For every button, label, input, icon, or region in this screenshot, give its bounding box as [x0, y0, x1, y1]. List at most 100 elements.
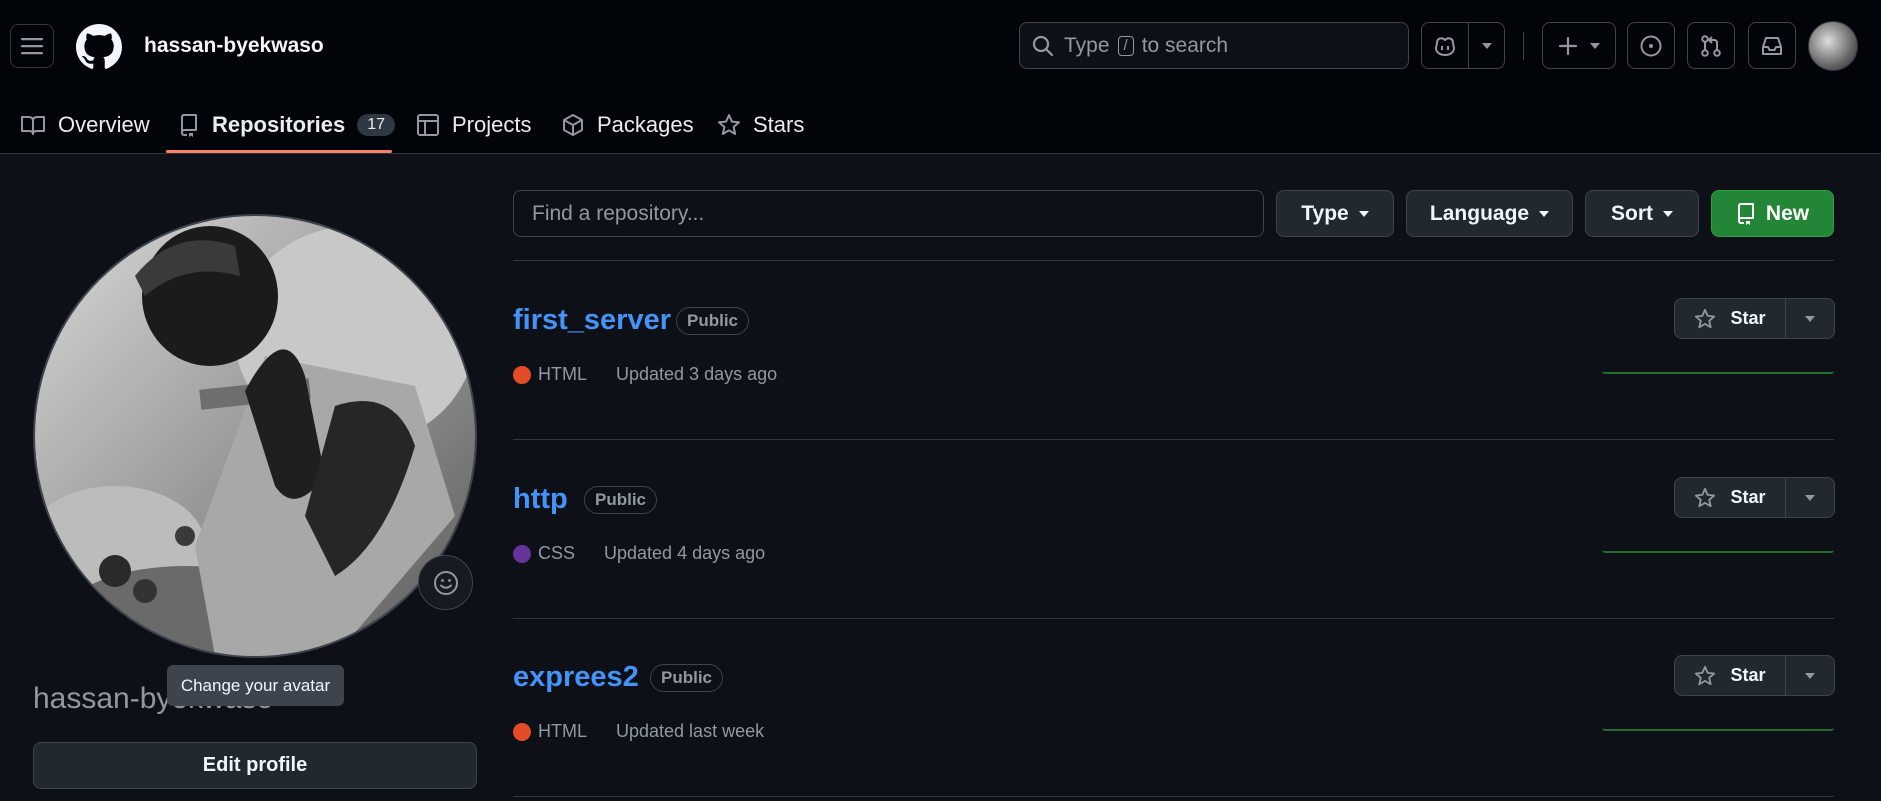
search-icon	[1032, 35, 1054, 56]
chevron-down-icon	[1663, 210, 1673, 217]
star-label: Star	[1730, 487, 1766, 507]
copilot-main[interactable]	[1422, 23, 1469, 68]
profile-tabs: Overview Repositories 17 Projects Packag…	[0, 96, 1881, 154]
visibility-badge: Public	[676, 307, 750, 335]
list-divider	[513, 439, 1834, 440]
copilot-button[interactable]	[1421, 22, 1505, 69]
search-placeholder-start: Type	[1064, 33, 1110, 57]
star-button-group: Star	[1674, 655, 1835, 696]
tab-projects-label: Projects	[452, 112, 532, 137]
language-filter-button[interactable]: Language	[1406, 190, 1573, 237]
hamburger-icon	[21, 38, 43, 55]
package-icon	[563, 114, 583, 136]
visibility-badge: Public	[650, 664, 724, 692]
new-repository-button[interactable]: New	[1711, 190, 1834, 237]
type-filter-button[interactable]: Type	[1276, 190, 1394, 237]
tab-repositories-label: Repositories	[212, 112, 346, 137]
repo-icon	[1737, 202, 1754, 225]
search-placeholder-end: to search	[1141, 33, 1229, 57]
repo-updated: Updated 3 days ago	[616, 364, 778, 384]
repo-updated: Updated 4 days ago	[604, 543, 766, 563]
plus-icon	[1558, 36, 1578, 55]
menu-button[interactable]	[10, 24, 54, 68]
chevron-down-icon	[1805, 494, 1815, 501]
repo-meta: HTML Updated 3 days ago	[513, 364, 777, 385]
github-logo-icon[interactable]	[76, 24, 122, 70]
user-avatar[interactable]	[1808, 21, 1858, 71]
star-list-dropdown[interactable]	[1786, 656, 1834, 695]
inbox-button[interactable]	[1748, 22, 1796, 69]
copilot-dropdown[interactable]	[1469, 42, 1504, 49]
edit-profile-button[interactable]: Edit profile	[33, 742, 477, 789]
smiley-icon	[433, 570, 458, 595]
book-icon	[21, 116, 45, 135]
activity-sparkline	[1602, 727, 1834, 731]
sort-label: Sort	[1611, 201, 1653, 225]
star-label: Star	[1730, 665, 1766, 685]
star-label: Star	[1730, 308, 1766, 328]
repo-language: CSS	[538, 543, 576, 563]
search-shortcut-key: /	[1117, 35, 1134, 56]
star-list-dropdown[interactable]	[1786, 478, 1834, 517]
star-button-group: Star	[1674, 477, 1835, 518]
tab-overview-label: Overview	[58, 112, 150, 137]
language-color-dot	[513, 722, 531, 741]
list-divider	[513, 618, 1834, 619]
repo-link[interactable]: exprees2	[513, 661, 639, 694]
star-button-group: Star	[1674, 298, 1835, 339]
repo-link[interactable]: http	[513, 483, 568, 516]
star-icon	[1695, 308, 1716, 328]
language-color-dot	[513, 365, 531, 384]
star-button[interactable]: Star	[1675, 656, 1786, 695]
repo-meta: CSS Updated 4 days ago	[513, 543, 765, 564]
star-button[interactable]: Star	[1675, 478, 1786, 517]
repositories-count-badge: 17	[357, 114, 396, 136]
profile-photo	[35, 216, 475, 656]
repo-language: HTML	[538, 721, 587, 741]
active-tab-indicator	[166, 150, 392, 153]
repo-link[interactable]: first_server	[513, 304, 671, 337]
list-divider	[513, 260, 1834, 261]
visibility-badge: Public	[584, 486, 658, 514]
chevron-down-icon	[1805, 315, 1815, 322]
chevron-down-icon	[1805, 672, 1815, 679]
create-new-button[interactable]	[1542, 22, 1616, 69]
language-color-dot	[513, 544, 531, 563]
repo-icon	[181, 114, 197, 137]
activity-sparkline	[1602, 549, 1834, 553]
repo-updated: Updated last week	[616, 721, 765, 741]
star-list-dropdown[interactable]	[1786, 299, 1834, 338]
activity-sparkline	[1602, 370, 1834, 374]
profile-avatar[interactable]	[33, 214, 477, 658]
chevron-down-icon	[1539, 210, 1550, 217]
star-button[interactable]: Star	[1675, 299, 1786, 338]
tab-stars[interactable]: Stars	[717, 96, 804, 154]
tab-packages[interactable]: Packages	[561, 96, 694, 154]
header-separator	[1523, 32, 1524, 60]
avatar-tooltip: Change your avatar	[167, 665, 344, 706]
repo-language: HTML	[538, 364, 587, 384]
list-divider	[513, 796, 1834, 797]
tab-packages-label: Packages	[597, 112, 694, 137]
issues-button[interactable]	[1627, 22, 1675, 69]
chevron-down-icon	[1481, 42, 1492, 49]
new-repository-label: New	[1765, 201, 1810, 225]
tab-projects[interactable]: Projects	[416, 96, 531, 154]
inbox-icon	[1762, 36, 1782, 55]
global-header: hassan-byekwaso Type / to search Overvie…	[0, 0, 1881, 154]
git-pull-request-icon	[1701, 34, 1721, 57]
star-icon	[1695, 665, 1716, 685]
tab-repositories[interactable]: Repositories 17	[178, 96, 396, 154]
search-input[interactable]: Type / to search	[1019, 22, 1409, 69]
issue-opened-icon	[1640, 35, 1662, 56]
copilot-icon	[1434, 36, 1456, 56]
set-status-button[interactable]	[418, 555, 473, 610]
find-repository-input[interactable]: Find a repository...	[513, 190, 1264, 237]
table-icon	[417, 114, 439, 136]
header-username[interactable]: hassan-byekwaso	[144, 34, 324, 58]
sort-button[interactable]: Sort	[1585, 190, 1699, 237]
pull-requests-button[interactable]	[1687, 22, 1735, 69]
tab-stars-label: Stars	[753, 112, 805, 137]
tab-overview[interactable]: Overview	[20, 96, 150, 154]
chevron-down-icon	[1358, 210, 1369, 217]
